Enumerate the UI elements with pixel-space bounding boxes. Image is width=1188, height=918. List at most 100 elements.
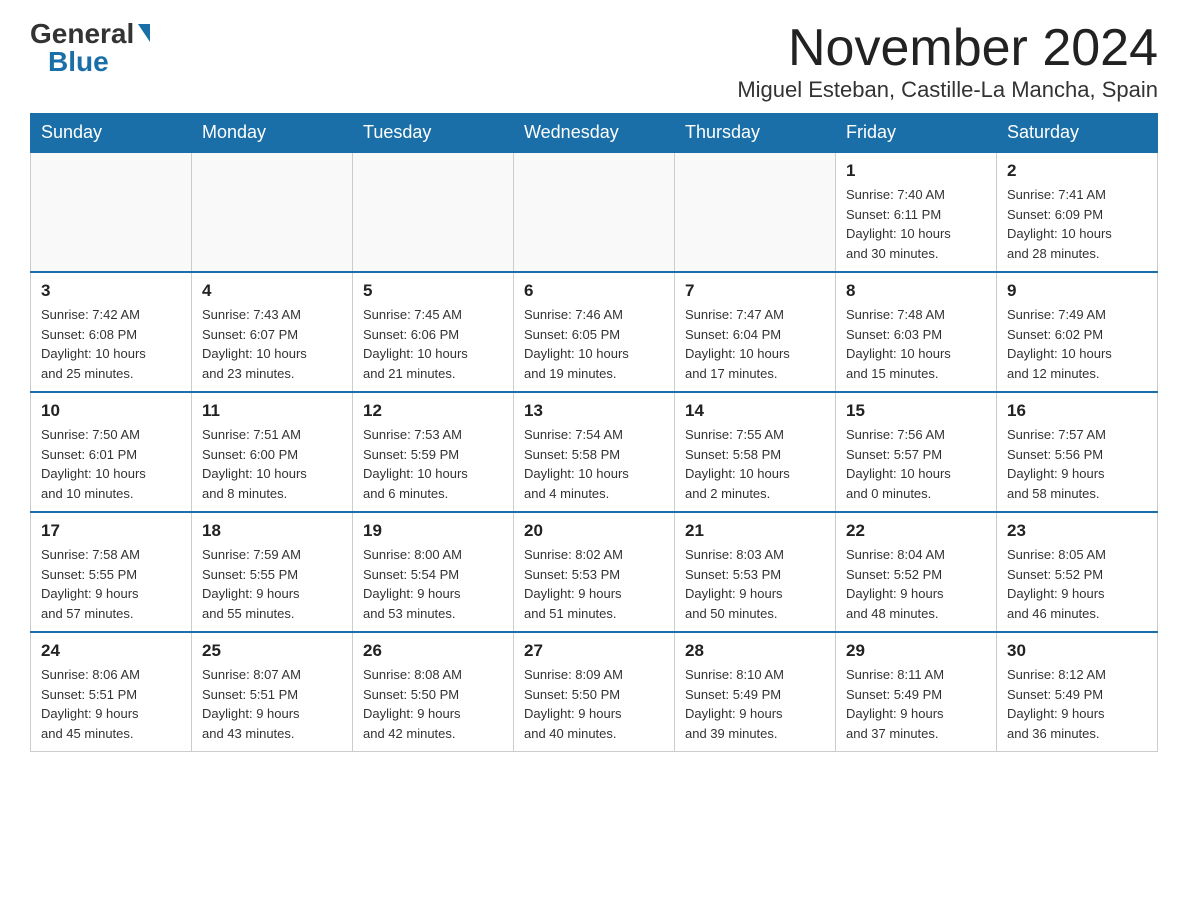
calendar-cell-w4-d3: 19Sunrise: 8:00 AM Sunset: 5:54 PM Dayli… — [353, 512, 514, 632]
day-number: 1 — [846, 161, 986, 181]
day-info: Sunrise: 8:08 AM Sunset: 5:50 PM Dayligh… — [363, 665, 503, 743]
calendar-cell-w1-d5 — [675, 152, 836, 272]
day-info: Sunrise: 7:54 AM Sunset: 5:58 PM Dayligh… — [524, 425, 664, 503]
page-header: General Blue November 2024 Miguel Esteba… — [30, 20, 1158, 103]
day-number: 11 — [202, 401, 342, 421]
col-saturday: Saturday — [997, 114, 1158, 153]
calendar-cell-w2-d5: 7Sunrise: 7:47 AM Sunset: 6:04 PM Daylig… — [675, 272, 836, 392]
day-info: Sunrise: 7:46 AM Sunset: 6:05 PM Dayligh… — [524, 305, 664, 383]
day-info: Sunrise: 7:56 AM Sunset: 5:57 PM Dayligh… — [846, 425, 986, 503]
calendar-cell-w2-d4: 6 Sunrise: 7:46 AM Sunset: 6:05 PM Daylig… — [514, 272, 675, 392]
calendar-cell-w2-d7: 9 Sunrise: 7:49 AM Sunset: 6:02 PM Daylig… — [997, 272, 1158, 392]
day-number: 5 — [363, 281, 503, 301]
day-info: Sunrise: 7:40 AM Sunset: 6:11 PM Dayligh… — [846, 185, 986, 263]
day-number: 23 — [1007, 521, 1147, 541]
day-info: Sunrise: 8:04 AM Sunset: 5:52 PM Dayligh… — [846, 545, 986, 623]
calendar-cell-w4-d7: 23 Sunrise: 8:05 AM Sunset: 5:52 PM Dayli… — [997, 512, 1158, 632]
calendar-cell-w2-d3: 5 Sunrise: 7:45 AM Sunset: 6:06 PM Daylig… — [353, 272, 514, 392]
day-number: 26 — [363, 641, 503, 661]
day-info: Sunrise: 7:48 AM Sunset: 6:03 PM Dayligh… — [846, 305, 986, 383]
calendar-cell-w3-d5: 14 Sunrise: 7:55 AM Sunset: 5:58 PM Dayli… — [675, 392, 836, 512]
calendar-cell-w2-d2: 4 Sunrise: 7:43 AM Sunset: 6:07 PM Daylig… — [192, 272, 353, 392]
day-number: 19 — [363, 521, 503, 541]
calendar-cell-w1-d3 — [353, 152, 514, 272]
day-number: 25 — [202, 641, 342, 661]
calendar-cell-w4-d5: 21Sunrise: 8:03 AM Sunset: 5:53 PM Dayli… — [675, 512, 836, 632]
day-number: 9 — [1007, 281, 1147, 301]
calendar-cell-w1-d7: 2Sunrise: 7:41 AM Sunset: 6:09 PM Daylig… — [997, 152, 1158, 272]
calendar-cell-w5-d1: 24 Sunrise: 8:06 AM Sunset: 5:51 PM Dayli… — [31, 632, 192, 752]
calendar-cell-w5-d7: 30Sunrise: 8:12 AM Sunset: 5:49 PM Dayli… — [997, 632, 1158, 752]
calendar-header-row: Sunday Monday Tuesday Wednesday Thursday… — [31, 114, 1158, 153]
day-info: Sunrise: 8:12 AM Sunset: 5:49 PM Dayligh… — [1007, 665, 1147, 743]
day-number: 6 — [524, 281, 664, 301]
calendar-cell-w4-d6: 22 Sunrise: 8:04 AM Sunset: 5:52 PM Dayli… — [836, 512, 997, 632]
day-number: 28 — [685, 641, 825, 661]
calendar-cell-w3-d6: 15 Sunrise: 7:56 AM Sunset: 5:57 PM Dayli… — [836, 392, 997, 512]
calendar-cell-w1-d4 — [514, 152, 675, 272]
day-number: 4 — [202, 281, 342, 301]
day-number: 10 — [41, 401, 181, 421]
calendar-cell-w4-d2: 18 Sunrise: 7:59 AM Sunset: 5:55 PM Dayli… — [192, 512, 353, 632]
day-info: Sunrise: 7:58 AM Sunset: 5:55 PM Dayligh… — [41, 545, 181, 623]
day-info: Sunrise: 8:05 AM Sunset: 5:52 PM Dayligh… — [1007, 545, 1147, 623]
day-info: Sunrise: 7:53 AM Sunset: 5:59 PM Dayligh… — [363, 425, 503, 503]
col-sunday: Sunday — [31, 114, 192, 153]
calendar-week-2: 3Sunrise: 7:42 AM Sunset: 6:08 PM Daylig… — [31, 272, 1158, 392]
day-info: Sunrise: 8:03 AM Sunset: 5:53 PM Dayligh… — [685, 545, 825, 623]
calendar-cell-w3-d1: 10 Sunrise: 7:50 AM Sunset: 6:01 PM Dayli… — [31, 392, 192, 512]
calendar-cell-w4-d1: 17Sunrise: 7:58 AM Sunset: 5:55 PM Dayli… — [31, 512, 192, 632]
day-number: 22 — [846, 521, 986, 541]
day-number: 2 — [1007, 161, 1147, 181]
day-info: Sunrise: 8:10 AM Sunset: 5:49 PM Dayligh… — [685, 665, 825, 743]
month-title: November 2024 — [737, 20, 1158, 77]
calendar-cell-w1-d2 — [192, 152, 353, 272]
calendar-cell-w3-d3: 12 Sunrise: 7:53 AM Sunset: 5:59 PM Dayli… — [353, 392, 514, 512]
day-info: Sunrise: 7:43 AM Sunset: 6:07 PM Dayligh… — [202, 305, 342, 383]
day-info: Sunrise: 7:45 AM Sunset: 6:06 PM Dayligh… — [363, 305, 503, 383]
calendar-cell-w2-d6: 8 Sunrise: 7:48 AM Sunset: 6:03 PM Daylig… — [836, 272, 997, 392]
day-info: Sunrise: 7:47 AM Sunset: 6:04 PM Dayligh… — [685, 305, 825, 383]
calendar-cell-w3-d4: 13 Sunrise: 7:54 AM Sunset: 5:58 PM Dayli… — [514, 392, 675, 512]
logo-blue-text: Blue — [48, 48, 109, 76]
calendar-week-4: 17Sunrise: 7:58 AM Sunset: 5:55 PM Dayli… — [31, 512, 1158, 632]
calendar-week-3: 10 Sunrise: 7:50 AM Sunset: 6:01 PM Dayli… — [31, 392, 1158, 512]
calendar-table: Sunday Monday Tuesday Wednesday Thursday… — [30, 113, 1158, 752]
logo: General Blue — [30, 20, 150, 76]
day-number: 8 — [846, 281, 986, 301]
day-number: 29 — [846, 641, 986, 661]
day-info: Sunrise: 7:42 AM Sunset: 6:08 PM Dayligh… — [41, 305, 181, 383]
day-number: 27 — [524, 641, 664, 661]
calendar-cell-w5-d2: 25 Sunrise: 8:07 AM Sunset: 5:51 PM Dayli… — [192, 632, 353, 752]
logo-general-text: General — [30, 20, 134, 48]
day-number: 15 — [846, 401, 986, 421]
day-number: 13 — [524, 401, 664, 421]
col-wednesday: Wednesday — [514, 114, 675, 153]
day-info: Sunrise: 7:57 AM Sunset: 5:56 PM Dayligh… — [1007, 425, 1147, 503]
day-number: 24 — [41, 641, 181, 661]
title-block: November 2024 Miguel Esteban, Castille-L… — [737, 20, 1158, 103]
location-subtitle: Miguel Esteban, Castille-La Mancha, Spai… — [737, 77, 1158, 103]
calendar-cell-w5-d3: 26 Sunrise: 8:08 AM Sunset: 5:50 PM Dayli… — [353, 632, 514, 752]
calendar-week-5: 24 Sunrise: 8:06 AM Sunset: 5:51 PM Dayli… — [31, 632, 1158, 752]
day-info: Sunrise: 7:49 AM Sunset: 6:02 PM Dayligh… — [1007, 305, 1147, 383]
day-info: Sunrise: 7:51 AM Sunset: 6:00 PM Dayligh… — [202, 425, 342, 503]
day-number: 20 — [524, 521, 664, 541]
day-number: 14 — [685, 401, 825, 421]
day-number: 18 — [202, 521, 342, 541]
logo-triangle-icon — [138, 24, 150, 42]
day-info: Sunrise: 7:55 AM Sunset: 5:58 PM Dayligh… — [685, 425, 825, 503]
col-monday: Monday — [192, 114, 353, 153]
day-info: Sunrise: 8:06 AM Sunset: 5:51 PM Dayligh… — [41, 665, 181, 743]
day-number: 12 — [363, 401, 503, 421]
calendar-cell-w1-d6: 1 Sunrise: 7:40 AM Sunset: 6:11 PM Daylig… — [836, 152, 997, 272]
day-info: Sunrise: 7:50 AM Sunset: 6:01 PM Dayligh… — [41, 425, 181, 503]
col-tuesday: Tuesday — [353, 114, 514, 153]
day-info: Sunrise: 7:59 AM Sunset: 5:55 PM Dayligh… — [202, 545, 342, 623]
calendar-cell-w2-d1: 3Sunrise: 7:42 AM Sunset: 6:08 PM Daylig… — [31, 272, 192, 392]
day-info: Sunrise: 8:11 AM Sunset: 5:49 PM Dayligh… — [846, 665, 986, 743]
calendar-cell-w3-d7: 16Sunrise: 7:57 AM Sunset: 5:56 PM Dayli… — [997, 392, 1158, 512]
day-info: Sunrise: 8:09 AM Sunset: 5:50 PM Dayligh… — [524, 665, 664, 743]
calendar-cell-w3-d2: 11 Sunrise: 7:51 AM Sunset: 6:00 PM Dayli… — [192, 392, 353, 512]
day-info: Sunrise: 8:07 AM Sunset: 5:51 PM Dayligh… — [202, 665, 342, 743]
